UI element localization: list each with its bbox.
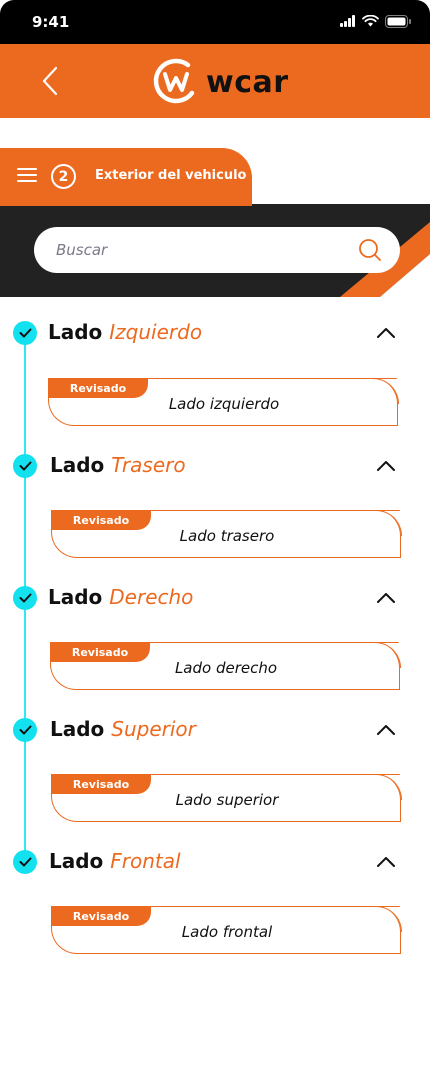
chevron-up-icon[interactable]: [375, 720, 397, 740]
card-label: Lado trasero: [179, 527, 275, 545]
chevron-up-icon[interactable]: [375, 588, 397, 608]
inspection-card-frontal[interactable]: Revisado Lado frontal: [51, 906, 402, 954]
inspection-card-trasero[interactable]: Revisado Lado trasero: [51, 510, 402, 558]
item-title: Lado Trasero: [50, 453, 186, 477]
app-header: wcar: [0, 44, 430, 118]
brand-logo: wcar: [152, 56, 289, 108]
item-title: Lado Izquierdo: [48, 320, 203, 344]
section-item-header-superior: Lado Superior: [0, 715, 430, 745]
status-icons: [340, 14, 412, 28]
search-icon[interactable]: [358, 238, 382, 262]
brand-name: wcar: [206, 64, 289, 100]
section-tab: 2 Exterior del vehiculo: [0, 148, 252, 206]
section-title: Exterior del vehiculo: [95, 168, 247, 183]
search-band: [0, 204, 430, 297]
check-icon: [13, 586, 37, 610]
card-label: Lado izquierdo: [168, 395, 280, 413]
item-title: Lado Superior: [50, 717, 196, 741]
status-time: 9:41: [32, 13, 70, 31]
search-input[interactable]: [56, 239, 346, 261]
inspection-card-derecho[interactable]: Revisado Lado derecho: [50, 642, 401, 690]
signal-icon: [340, 15, 356, 27]
battery-icon: [385, 14, 411, 28]
card-label: Lado derecho: [174, 659, 278, 677]
search-box: [34, 227, 400, 273]
check-icon: [13, 850, 37, 874]
step-number-badge: 2: [51, 164, 76, 189]
section-item-header-izquierdo: Lado Izquierdo: [0, 318, 430, 348]
check-icon: [13, 321, 37, 345]
chevron-up-icon[interactable]: [375, 456, 397, 476]
wifi-icon: [362, 15, 379, 27]
status-bar: 9:41: [0, 0, 430, 44]
section-item-header-frontal: Lado Frontal: [0, 847, 430, 877]
back-arrow-icon[interactable]: [36, 64, 66, 98]
item-title: Lado Derecho: [48, 585, 194, 609]
chevron-up-icon[interactable]: [375, 323, 397, 343]
card-label: Lado frontal: [181, 923, 273, 941]
chevron-up-icon[interactable]: [375, 852, 397, 872]
inspection-card-izquierdo[interactable]: Revisado Lado izquierdo: [48, 378, 399, 426]
item-title: Lado Frontal: [49, 849, 181, 873]
brand-logo-icon: [153, 58, 195, 104]
section-item-header-derecho: Lado Derecho: [0, 583, 430, 613]
section-item-header-trasero: Lado Trasero: [0, 451, 430, 481]
hamburger-menu-icon[interactable]: [17, 168, 37, 184]
check-icon: [13, 718, 37, 742]
check-icon: [13, 454, 37, 478]
inspection-card-superior[interactable]: Revisado Lado superior: [51, 774, 402, 822]
card-label: Lado superior: [175, 791, 279, 809]
